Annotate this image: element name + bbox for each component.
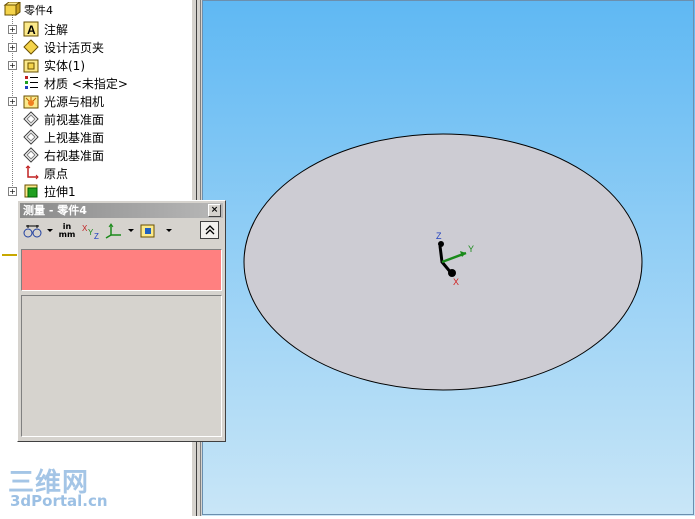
collapse-button[interactable] [200, 221, 219, 239]
triad-z-tip [438, 241, 444, 247]
triad-y-label: Y [468, 244, 474, 254]
tree-item-label: 原点 [44, 166, 69, 181]
tree-item-label: 光源与相机 [44, 94, 105, 109]
chevron-down-icon[interactable] [47, 229, 53, 232]
measure-title-bar[interactable]: 测量 - 零件4 × [20, 203, 223, 218]
tree-item-solid-bodies[interactable]: + 实体(1) [0, 56, 191, 74]
tree-item-top-plane[interactable]: 上视基准面 [0, 128, 191, 146]
tree-item-label: 拉伸1 [44, 184, 76, 199]
measure-dialog[interactable]: 测量 - 零件4 × in mm XYZ [17, 200, 226, 442]
arc-circle-measure-button[interactable] [22, 222, 44, 240]
annotation-icon: A [23, 21, 39, 37]
plane-icon [23, 147, 39, 163]
extrude-icon [24, 184, 38, 198]
tree-item-label: 注解 [44, 22, 69, 37]
double-chevron-up-icon [205, 225, 214, 235]
measure-selection-box[interactable] [21, 249, 222, 291]
measure-toolbar: in mm XYZ [20, 220, 223, 242]
tree-item-annotations[interactable]: + A 注解 [0, 20, 191, 38]
tree-item-label: 实体(1) [44, 58, 85, 73]
tree-item-label: 材质 <未指定> [44, 76, 128, 91]
site-watermark: 三维网 3dPortal.cn [8, 462, 108, 510]
svg-text:A: A [27, 23, 36, 37]
solid-bodies-icon [23, 59, 39, 73]
svg-text:Z: Z [94, 232, 99, 239]
expand-icon[interactable]: + [8, 186, 17, 196]
expand-icon[interactable]: + [8, 42, 17, 52]
units-bottom-label: mm [58, 230, 76, 239]
chevron-down-icon[interactable] [166, 229, 172, 232]
tree-item-lights-cameras[interactable]: + 光源与相机 [0, 92, 191, 110]
lights-cameras-icon [23, 95, 39, 109]
tree-item-label: 设计活页夹 [44, 40, 105, 55]
tree-root-part[interactable]: 零件4 [0, 1, 191, 19]
history-icon [140, 224, 155, 238]
tree-item-front-plane[interactable]: 前视基准面 [0, 110, 191, 128]
arc-measure-icon [23, 225, 42, 238]
plane-icon [23, 129, 39, 145]
units-precision-button[interactable]: in mm [56, 222, 78, 240]
tree-item-right-plane[interactable]: 右视基准面 [0, 146, 191, 164]
coordinate-system-icon [105, 223, 121, 239]
watermark-text-bottom: 3dPortal.cn [10, 492, 108, 510]
history-button[interactable] [138, 222, 160, 240]
close-button[interactable]: × [208, 204, 221, 217]
graphics-viewport[interactable]: Z Y X [202, 0, 695, 516]
expand-icon[interactable]: + [8, 60, 17, 70]
tree-item-extrude1[interactable]: + 拉伸1 [0, 182, 191, 200]
xyz-icon: XYZ [82, 224, 99, 239]
origin-icon [25, 165, 39, 180]
expand-icon[interactable]: + [8, 24, 17, 34]
rollback-bar[interactable] [2, 254, 17, 256]
triad-x-label: X [453, 277, 459, 287]
tree-item-material[interactable]: 材质 <未指定> [0, 74, 191, 92]
tree-item-design-binder[interactable]: + 设计活页夹 [0, 38, 191, 56]
tree-item-origin[interactable]: 原点 [0, 164, 191, 182]
plane-icon [23, 111, 39, 127]
design-binder-icon [23, 39, 39, 55]
point-to-point-button[interactable] [104, 222, 126, 240]
measure-results-area [21, 295, 222, 437]
tree-item-label: 前视基准面 [44, 112, 105, 127]
measure-title: 测量 - 零件4 [23, 204, 87, 217]
tree-item-label: 上视基准面 [44, 130, 105, 145]
triad-x-tip [448, 269, 456, 277]
expand-icon[interactable]: + [8, 96, 17, 106]
xyz-measure-button[interactable]: XYZ [80, 222, 102, 240]
model-canvas[interactable]: Z Y X [202, 0, 695, 516]
chevron-down-icon[interactable] [128, 229, 134, 232]
tree-item-label: 右视基准面 [44, 148, 105, 163]
material-icon [25, 76, 38, 89]
tree-root-label: 零件4 [24, 4, 53, 17]
part-icon [3, 2, 21, 16]
triad-z-label: Z [436, 231, 442, 241]
